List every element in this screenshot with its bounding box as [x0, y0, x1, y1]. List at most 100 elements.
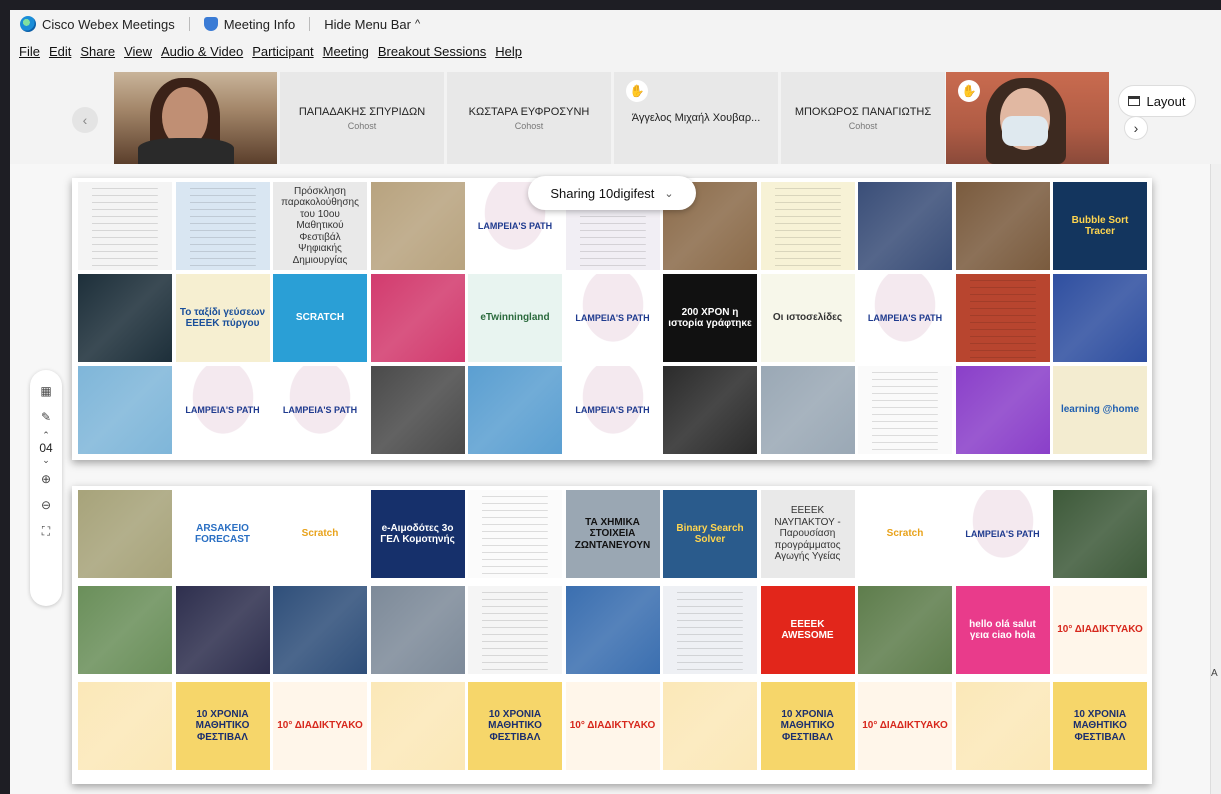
sharing-label: Sharing 10digifest: [550, 185, 655, 201]
thumbnail: [663, 366, 757, 454]
layout-button[interactable]: Layout: [1118, 85, 1196, 117]
thumbnail-text: ΤΑ ΧΗΜΙΚΑ ΣΤΟΙΧΕΙΑ ΖΩΝΤΑΝΕΥΟΥΝ: [574, 516, 651, 551]
thumbnail: [955, 682, 1050, 770]
chevron-down-icon[interactable]: ⌄: [42, 455, 50, 466]
thumbnail-text: Πρόσκληση παρακολούθησης του 10ου Μαθητι…: [281, 185, 359, 266]
right-panel-edge: A: [1210, 164, 1221, 794]
thumbnail: [1053, 490, 1147, 578]
thumbnail-text: ARSAKEIO FORECAST: [195, 522, 250, 546]
thumbnail: [955, 366, 1050, 454]
thumbnail: 10 ΧΡΟΝΙΑ ΜΑΘΗΤΙΚΟ ΦΕΣΤΙΒΑΛ: [468, 682, 562, 770]
menu-participant[interactable]: Participant: [252, 44, 313, 66]
thumbnail: Το ταξίδι γεύσεων ΕΕΕΕΚ πύργου: [175, 274, 270, 362]
thumbnail: ΤΑ ΧΗΜΙΚΑ ΣΤΟΙΧΕΙΑ ΖΩΝΤΑΝΕΥΟΥΝ: [565, 490, 660, 578]
thumbnail: ΕΕΕΕΚ ΝΑΥΠΑΚΤΟΥ - Παρουσίαση προγράμματο…: [760, 490, 855, 578]
thumbnail-text: Bubble Sort Tracer: [1071, 214, 1129, 238]
thumbnail-text: SCRATCH: [295, 312, 345, 324]
menu-share[interactable]: Share: [80, 44, 115, 66]
thumbnail: [78, 490, 172, 578]
menu-view[interactable]: View: [124, 44, 152, 66]
fit-screen-icon[interactable]: ⛶: [42, 524, 50, 539]
page-number: 04: [39, 441, 53, 455]
thumbnail: [175, 182, 270, 270]
shared-board-top: Πρόσκληση παρακολούθησης του 10ου Μαθητι…: [72, 178, 1152, 460]
thumbnail: learning @home: [1053, 366, 1147, 454]
participant-tile[interactable]: ΜΠΟΚΩΡΟΣ ΠΑΝΑΓΙΩΤΗΣ Cohost: [781, 72, 945, 164]
thumbnail: [955, 182, 1050, 270]
thumbnail-text: 200 ΧΡΟΝ η ιστορία γράφτηκε: [668, 306, 752, 330]
sharing-indicator[interactable]: Sharing 10digifest ⌄: [528, 176, 696, 210]
thumbnail: LAMPEIA'S PATH: [273, 366, 367, 454]
thumbnail: [760, 366, 855, 454]
participant-name: ΚΩΣΤΑΡΑ ΕΥΦΡΟΣΥΝΗ: [468, 105, 590, 118]
participant-strip: ‹ ΠΑΠΑΔΑΚΗΣ ΣΠΥΡΙΔΩΝ Cohost ΚΩΣΤΑΡΑ ΕΥΦΡ…: [10, 72, 1221, 164]
chevron-right-icon[interactable]: ›: [1124, 116, 1148, 140]
thumbnail-text: LAMPEIA'S PATH: [477, 220, 553, 231]
chevron-up-icon[interactable]: ⌃: [42, 430, 50, 441]
participant-video-1[interactable]: [114, 72, 277, 164]
thumbnail: [370, 366, 465, 454]
zoom-out-icon[interactable]: ⊖: [41, 498, 51, 512]
meeting-info-button[interactable]: Meeting Info: [224, 17, 296, 32]
thumbnail-text: LAMPEIA'S PATH: [867, 312, 943, 323]
thumbnail: [370, 182, 465, 270]
thumbnail: e-Αιμοδότες 3ο ΓΕΛ Κομοτηνής: [370, 490, 465, 578]
thumbnail-text: 10 ΧΡΟΝΙΑ ΜΑΘΗΤΙΚΟ ΦΕΣΤΙΒΑΛ: [780, 708, 835, 743]
thumbnail: [760, 182, 855, 270]
thumbnail: Bubble Sort Tracer: [1053, 182, 1147, 270]
menu-file[interactable]: File: [19, 44, 40, 66]
thumbnail-text: e-Αιμοδότες 3ο ΓΕΛ Κομοτηνής: [380, 522, 455, 546]
divider: [309, 17, 311, 31]
grid-icon[interactable]: ▦: [40, 384, 51, 398]
thumbnail: LAMPEIA'S PATH: [955, 490, 1050, 578]
thumbnail: SCRATCH: [273, 274, 367, 362]
participant-video-2[interactable]: ✋: [946, 72, 1109, 164]
thumbnail-text: ΕΕΕΕΚ ΝΑΥΠΑΚΤΟΥ - Παρουσίαση προγράμματο…: [774, 505, 841, 563]
divider: [188, 17, 190, 31]
thumbnail: Scratch: [858, 490, 952, 578]
participant-name: ΠΑΠΑΔΑΚΗΣ ΣΠΥΡΙΔΩΝ: [298, 105, 426, 118]
hide-menu-bar-button[interactable]: Hide Menu Bar: [324, 17, 411, 32]
participant-tile[interactable]: ΠΑΠΑΔΑΚΗΣ ΣΠΥΡΙΔΩΝ Cohost: [280, 72, 444, 164]
thumbnail: [858, 366, 952, 454]
thumbnail: LAMPEIA'S PATH: [175, 366, 270, 454]
thumbnail: [78, 366, 172, 454]
thumbnail: [370, 682, 465, 770]
shield-icon[interactable]: [203, 17, 218, 31]
annotation-toolbar: ▦ ✎ ⌃ 04 ⌄ ⊕ ⊖ ⛶: [30, 370, 62, 606]
participant-name: Άγγελος Μιχαήλ Χουβαρ...: [631, 112, 761, 124]
menu-help[interactable]: Help: [495, 44, 522, 66]
menu-edit[interactable]: Edit: [49, 44, 71, 66]
thumbnail: 200 ΧΡΟΝ η ιστορία γράφτηκε: [663, 274, 757, 362]
shared-board-bottom: ARSAKEIO FORECAST Scratch e-Αιμοδότες 3ο Γ…: [72, 486, 1152, 784]
thumbnail-text: 10° ΔΙΑΔΙΚΤΥΑΚΟ: [569, 720, 656, 732]
pen-icon[interactable]: ✎: [41, 410, 51, 424]
thumbnail: [78, 682, 172, 770]
menu-breakout-sessions[interactable]: Breakout Sessions: [378, 44, 486, 66]
menu-meeting[interactable]: Meeting: [323, 44, 369, 66]
thumbnail: [663, 682, 757, 770]
layout-label: Layout: [1146, 93, 1186, 109]
thumbnail: LAMPEIA'S PATH: [565, 274, 660, 362]
thumbnail: hello olá salut γεια ciao hola: [955, 586, 1050, 674]
thumbnail: [468, 366, 562, 454]
thumbnail-text: Scratch: [886, 528, 924, 540]
thumbnail-text: 10° ΔΙΑΔΙΚΤΥΑΚΟ: [277, 720, 363, 732]
chevron-down-icon[interactable]: ⌄: [664, 187, 673, 200]
thumbnail-text: LAMPEIA'S PATH: [185, 404, 260, 415]
thumbnail: [78, 182, 172, 270]
participant-tile[interactable]: ✋ Άγγελος Μιχαήλ Χουβαρ...: [614, 72, 778, 164]
thumbnail-text: Το ταξίδι γεύσεων ΕΕΕΕΚ πύργου: [179, 306, 266, 330]
zoom-in-icon[interactable]: ⊕: [41, 472, 51, 486]
thumbnail-text: hello olá salut γεια ciao hola: [969, 618, 1036, 642]
raised-hand-icon: ✋: [958, 80, 980, 102]
right-edge-text: A: [1211, 668, 1218, 679]
participant-tile[interactable]: ΚΩΣΤΑΡΑ ΕΥΦΡΟΣΥΝΗ Cohost: [447, 72, 611, 164]
thumbnail: [858, 182, 952, 270]
face-mask: [1002, 116, 1048, 146]
menu-audio-video[interactable]: Audio & Video: [161, 44, 243, 66]
thumbnail-text: 10 ΧΡΟΝΙΑ ΜΑΘΗΤΙΚΟ ΦΕΣΤΙΒΑΛ: [195, 708, 250, 743]
thumbnail-text: 10 ΧΡΟΝΙΑ ΜΑΘΗΤΙΚΟ ΦΕΣΤΙΒΑΛ: [488, 708, 542, 743]
chevron-left-icon[interactable]: ‹: [72, 107, 98, 133]
chevron-up-icon[interactable]: ^: [415, 18, 420, 30]
